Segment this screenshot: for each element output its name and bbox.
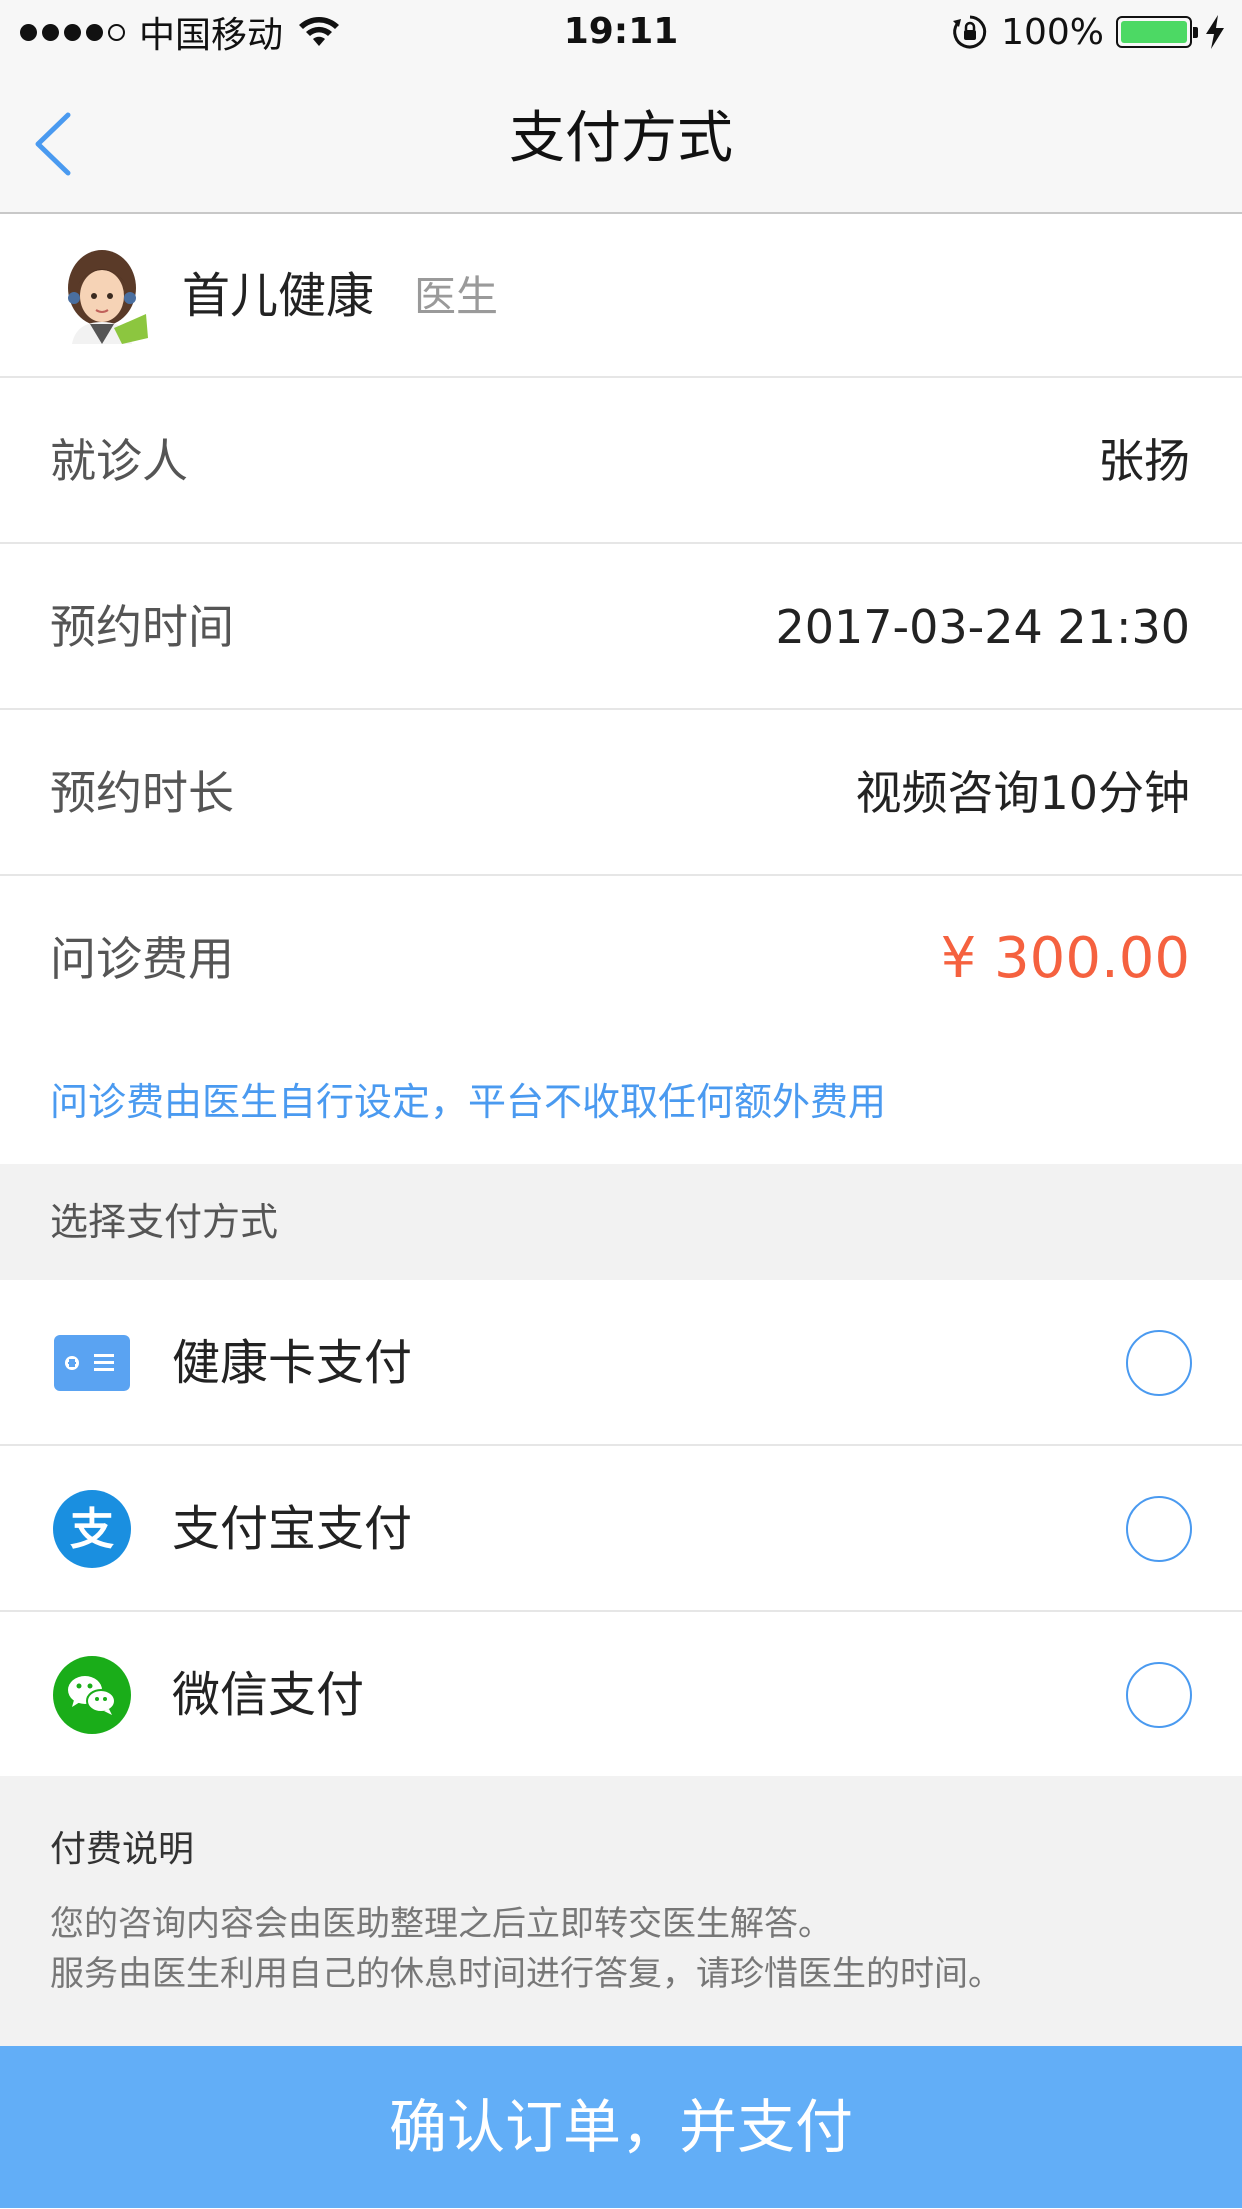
consultation-fee-value: ¥ 300.00	[940, 926, 1190, 991]
appointment-duration-value: 视频咨询10分钟	[855, 766, 1190, 820]
doctor-role: 医生	[414, 272, 499, 321]
wechat-label: 微信支付	[172, 1667, 365, 1723]
svg-text:支: 支	[70, 1504, 114, 1555]
fee-explanation-line: 服务由医生利用自己的休息时间进行答复，请珍惜医生的时间。	[50, 1954, 1002, 1994]
patient-label: 就诊人	[50, 434, 188, 488]
fee-explanation: 付费说明 您的咨询内容会由医助整理之后立即转交医生解答。 服务由医生利用自己的休…	[0, 1776, 1242, 2046]
alipay-icon: 支	[53, 1490, 131, 1568]
patient-value: 张扬	[1098, 434, 1190, 488]
alipay-radio[interactable]	[1126, 1496, 1192, 1562]
info-row-appointment-duration: 预约时长 视频咨询10分钟	[0, 710, 1242, 876]
wechat-icon	[53, 1656, 131, 1734]
status-right: 100%	[951, 0, 1226, 64]
info-row-appointment-time: 预约时间 2017-03-24 21:30	[0, 544, 1242, 710]
consultation-fee-label: 问诊费用	[50, 932, 234, 986]
payment-section-title: 选择支付方式	[50, 1200, 279, 1244]
health-card-radio[interactable]	[1126, 1330, 1192, 1396]
alipay-label: 支付宝支付	[172, 1501, 413, 1557]
health-card-label: 健康卡支付	[172, 1335, 413, 1391]
info-row-consultation-fee: 问诊费用 ¥ 300.00	[0, 876, 1242, 1042]
fee-explanation-title: 付费说明	[50, 1829, 195, 1870]
rotation-lock-icon	[953, 15, 987, 49]
health-card-icon	[54, 1335, 130, 1391]
charging-bolt-icon	[1206, 15, 1224, 49]
payment-section-header: 选择支付方式	[0, 1164, 1242, 1280]
status-bar: 中国移动 19:11 100%	[0, 0, 1242, 64]
page-title: 支付方式	[509, 106, 733, 171]
payment-option-alipay[interactable]: 支 支付宝支付	[0, 1446, 1242, 1612]
fee-notice-text: 问诊费由医生自行设定，平台不收取任何额外费用	[50, 1080, 887, 1124]
battery-percent: 100%	[1001, 11, 1104, 53]
doctor-row: 首儿健康 医生	[0, 214, 1242, 378]
fee-notice-row: 问诊费由医生自行设定，平台不收取任何额外费用	[0, 1040, 1242, 1164]
appointment-duration-label: 预约时长	[50, 766, 234, 820]
doctor-name: 首儿健康	[182, 268, 375, 324]
info-row-patient: 就诊人 张扬	[0, 378, 1242, 544]
fee-explanation-line: 您的咨询内容会由医助整理之后立即转交医生解答。	[50, 1904, 832, 1944]
appointment-time-label: 预约时间	[50, 600, 234, 654]
payment-option-wechat[interactable]: 微信支付	[0, 1612, 1242, 1778]
confirm-order-button[interactable]: 确认订单，并支付	[0, 2046, 1242, 2208]
doctor-avatar	[68, 250, 148, 344]
payment-option-health-card[interactable]: 健康卡支付	[0, 1280, 1242, 1446]
battery-icon	[1116, 16, 1198, 48]
wechat-radio[interactable]	[1126, 1662, 1192, 1728]
navigation-bar: 支付方式	[0, 64, 1242, 214]
appointment-time-value: 2017-03-24 21:30	[775, 600, 1190, 654]
